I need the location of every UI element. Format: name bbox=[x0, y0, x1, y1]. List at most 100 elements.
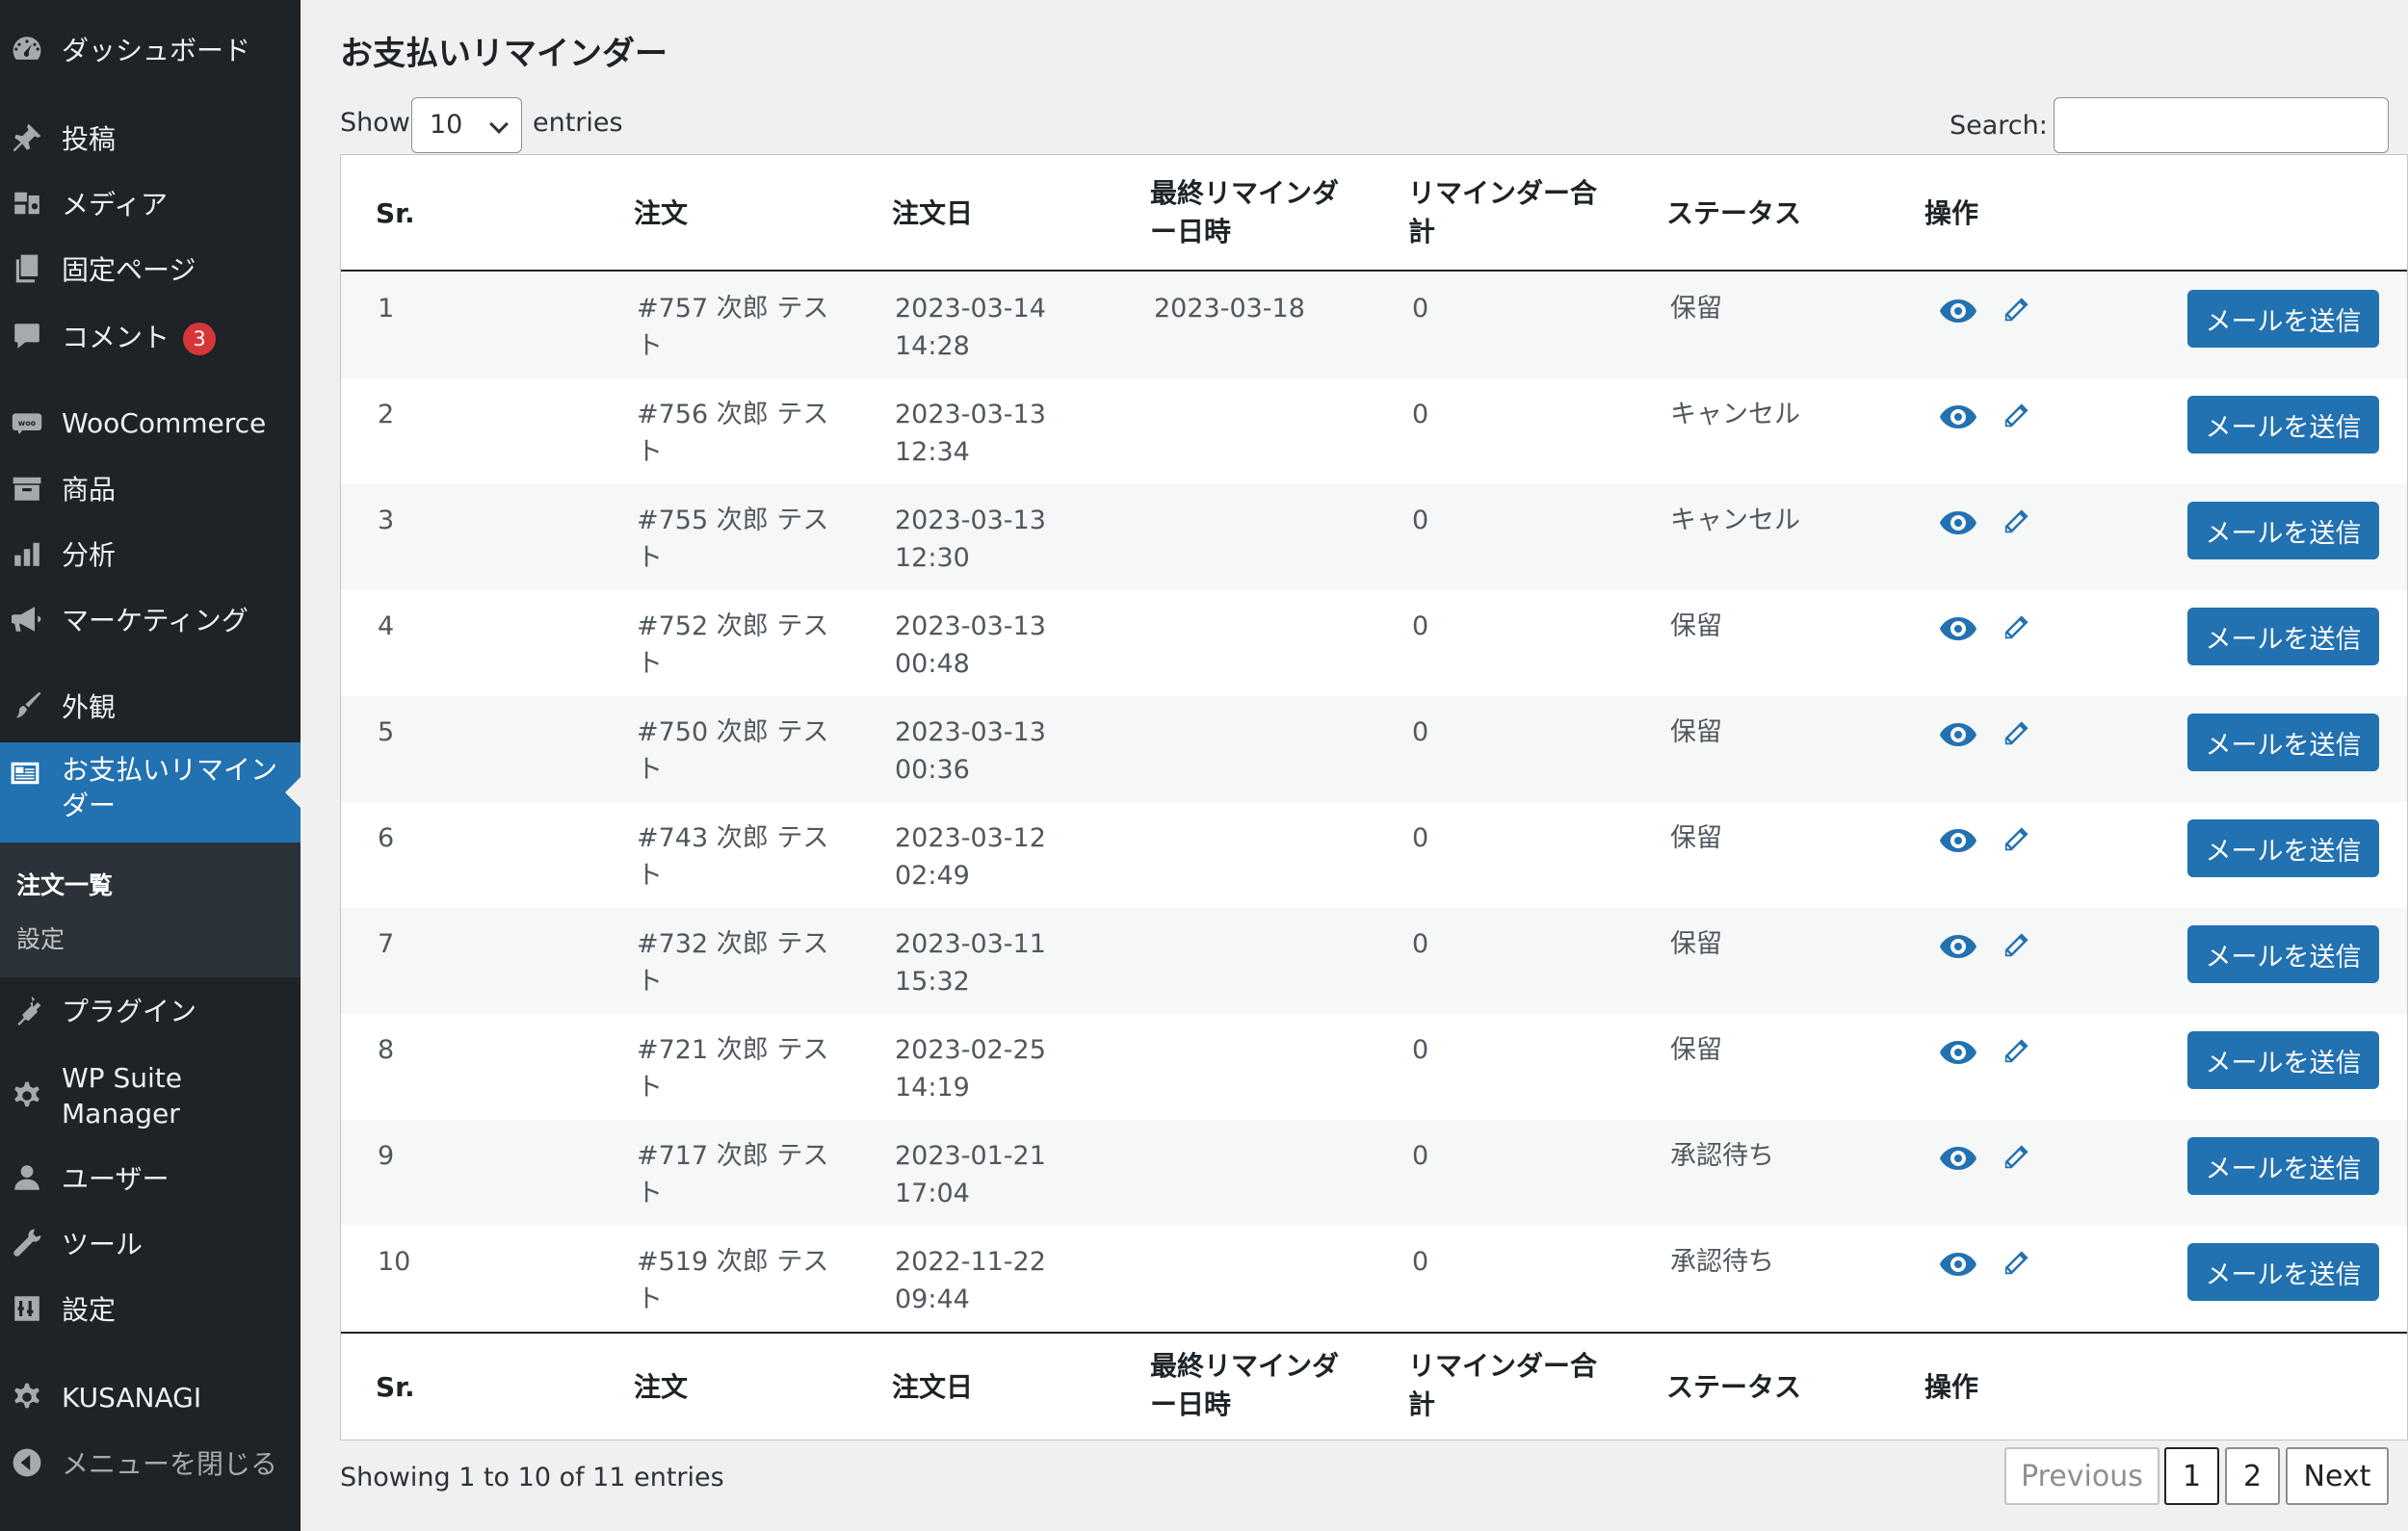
column-footer-status[interactable]: ステータス bbox=[1666, 1368, 1801, 1407]
menu-item-kusanagi[interactable]: KUSANAGI bbox=[0, 1365, 301, 1429]
cell-order[interactable]: #757 次郎 テスト bbox=[637, 290, 829, 365]
pagination-previous-button[interactable]: Previous bbox=[2004, 1447, 2159, 1505]
column-footer-sr[interactable]: Sr. bbox=[376, 1368, 415, 1407]
send-email-button[interactable]: メールを送信 bbox=[2187, 714, 2379, 771]
cell-sr: 3 bbox=[378, 506, 395, 535]
edit-icon[interactable] bbox=[1999, 398, 2031, 436]
column-header-actions: 操作 bbox=[1924, 197, 1979, 229]
cell-order[interactable]: #721 次郎 テスト bbox=[637, 1031, 829, 1106]
send-email-button[interactable]: メールを送信 bbox=[2187, 1243, 2379, 1301]
edit-icon[interactable] bbox=[1999, 610, 2031, 648]
send-email-button[interactable]: メールを送信 bbox=[2187, 1031, 2379, 1089]
cell-order[interactable]: #756 次郎 テスト bbox=[637, 396, 829, 471]
cell-order[interactable]: #755 次郎 テスト bbox=[637, 502, 829, 577]
menu-item-plugins[interactable]: プラグイン bbox=[0, 978, 301, 1042]
view-icon[interactable] bbox=[1939, 927, 1977, 966]
view-icon[interactable] bbox=[1939, 715, 1977, 754]
cell-order[interactable]: #732 次郎 テスト bbox=[637, 925, 829, 1000]
menu-item-settings[interactable]: 設定 bbox=[0, 1277, 301, 1340]
menu-item-woocommerce[interactable]: woo WooCommerce bbox=[0, 391, 301, 454]
column-header-status[interactable]: ステータス bbox=[1666, 195, 1801, 233]
view-icon[interactable] bbox=[1939, 821, 1977, 860]
view-icon[interactable] bbox=[1939, 398, 1977, 436]
menu-item-comments[interactable]: コメント 3 bbox=[0, 304, 301, 368]
menu-item-dashboard[interactable]: ダッシュボード bbox=[0, 17, 301, 81]
column-footer-order-date[interactable]: 注文日 bbox=[892, 1368, 973, 1407]
cell-order[interactable]: #750 次郎 テスト bbox=[637, 714, 829, 789]
send-email-button[interactable]: メールを送信 bbox=[2187, 290, 2379, 348]
menu-item-marketing[interactable]: マーケティング bbox=[0, 587, 301, 651]
column-header-order[interactable]: 注文 bbox=[634, 195, 688, 233]
menu-item-users[interactable]: ユーザー bbox=[0, 1146, 301, 1209]
menu-item-appearance[interactable]: 外観 bbox=[0, 674, 301, 738]
column-header-sr[interactable]: Sr. bbox=[376, 195, 415, 233]
view-icon[interactable] bbox=[1939, 504, 1977, 542]
pagination-next-button[interactable]: Next bbox=[2286, 1447, 2389, 1505]
edit-icon[interactable] bbox=[1999, 1139, 2031, 1178]
cell-order[interactable]: #519 次郎 テスト bbox=[637, 1243, 829, 1318]
show-label: Show bbox=[340, 108, 410, 138]
send-email-button[interactable]: メールを送信 bbox=[2187, 1137, 2379, 1195]
send-email-button[interactable]: メールを送信 bbox=[2187, 925, 2379, 983]
cell-status: 保留 bbox=[1670, 294, 1722, 324]
cell-reminder-total: 0 bbox=[1412, 506, 1429, 535]
menu-label: 投稿 bbox=[62, 123, 117, 155]
edit-icon[interactable] bbox=[1999, 1245, 2031, 1284]
view-icon[interactable] bbox=[1939, 1033, 1977, 1072]
menu-label: お支払いリマインダー bbox=[62, 754, 278, 821]
cell-sr: 10 bbox=[378, 1247, 411, 1277]
cell-order-date: 2023-03-13 12:34 bbox=[895, 400, 1046, 467]
table-info: Showing 1 to 10 of 11 entries bbox=[340, 1463, 724, 1492]
view-icon[interactable] bbox=[1939, 610, 1977, 648]
entries-length-select[interactable]: 10 bbox=[411, 97, 522, 153]
pages-icon bbox=[10, 251, 44, 286]
edit-icon[interactable] bbox=[1999, 504, 2031, 542]
bar-chart-icon bbox=[10, 536, 44, 571]
column-footer-last-reminder[interactable]: 最終リマインダー日時 bbox=[1150, 1347, 1343, 1424]
cell-order[interactable]: #752 次郎 テスト bbox=[637, 608, 829, 683]
submenu-item-orders[interactable]: 注文一覧 bbox=[16, 867, 113, 901]
send-email-button[interactable]: メールを送信 bbox=[2187, 608, 2379, 665]
send-email-button[interactable]: メールを送信 bbox=[2187, 502, 2379, 559]
collapse-menu-button[interactable]: メニューを閉じる bbox=[0, 1431, 301, 1494]
cell-order[interactable]: #717 次郎 テスト bbox=[637, 1137, 829, 1212]
edit-icon[interactable] bbox=[1999, 927, 2031, 966]
search-input[interactable] bbox=[2054, 97, 2389, 153]
column-header-reminder-total[interactable]: リマインダー合計 bbox=[1408, 174, 1601, 251]
menu-item-pages[interactable]: 固定ページ bbox=[0, 237, 301, 300]
send-email-button[interactable]: メールを送信 bbox=[2187, 396, 2379, 454]
cell-order[interactable]: #743 次郎 テスト bbox=[637, 819, 829, 895]
pagination-page-1[interactable]: 1 bbox=[2164, 1447, 2219, 1505]
view-icon[interactable] bbox=[1939, 1139, 1977, 1178]
cell-sr: 4 bbox=[378, 611, 395, 641]
menu-label: プラグイン bbox=[62, 996, 197, 1027]
edit-icon[interactable] bbox=[1999, 715, 2031, 754]
cell-reminder-total: 0 bbox=[1412, 1247, 1429, 1277]
cell-reminder-total: 0 bbox=[1412, 823, 1429, 853]
edit-icon[interactable] bbox=[1999, 821, 2031, 860]
menu-item-wp-suite-manager[interactable]: WP Suite Manager bbox=[0, 1048, 301, 1144]
comment-icon bbox=[10, 319, 44, 353]
pagination-page-2[interactable]: 2 bbox=[2225, 1447, 2280, 1505]
wrench-icon bbox=[10, 1226, 44, 1260]
column-header-order-date[interactable]: 注文日 bbox=[892, 195, 973, 233]
view-icon[interactable] bbox=[1939, 292, 1977, 330]
cell-last-reminder: 2023-03-18 bbox=[1154, 294, 1305, 324]
column-header-last-reminder[interactable]: 最終リマインダー日時 bbox=[1150, 174, 1343, 251]
menu-item-media[interactable]: メディア bbox=[0, 171, 301, 235]
menu-item-payment-reminder[interactable]: お支払いリマインダー bbox=[0, 742, 301, 843]
send-email-button[interactable]: メールを送信 bbox=[2187, 819, 2379, 877]
menu-item-tools[interactable]: ツール bbox=[0, 1211, 301, 1275]
edit-icon[interactable] bbox=[1999, 1033, 2031, 1072]
column-footer-reminder-total[interactable]: リマインダー合計 bbox=[1408, 1347, 1601, 1424]
menu-label: マーケティング bbox=[62, 605, 249, 636]
table-row: 9 #717 次郎 テスト 2023-01-21 17:04 0 承認待ち メールを送信 bbox=[341, 1120, 2407, 1226]
column-footer-actions: 操作 bbox=[1924, 1371, 1979, 1403]
edit-icon[interactable] bbox=[1999, 292, 2031, 330]
menu-item-posts[interactable]: 投稿 bbox=[0, 106, 301, 169]
submenu-item-settings[interactable]: 設定 bbox=[16, 921, 65, 955]
view-icon[interactable] bbox=[1939, 1245, 1977, 1284]
menu-item-analytics[interactable]: 分析 bbox=[0, 522, 301, 585]
menu-item-products[interactable]: 商品 bbox=[0, 456, 301, 520]
column-footer-order[interactable]: 注文 bbox=[634, 1368, 688, 1407]
